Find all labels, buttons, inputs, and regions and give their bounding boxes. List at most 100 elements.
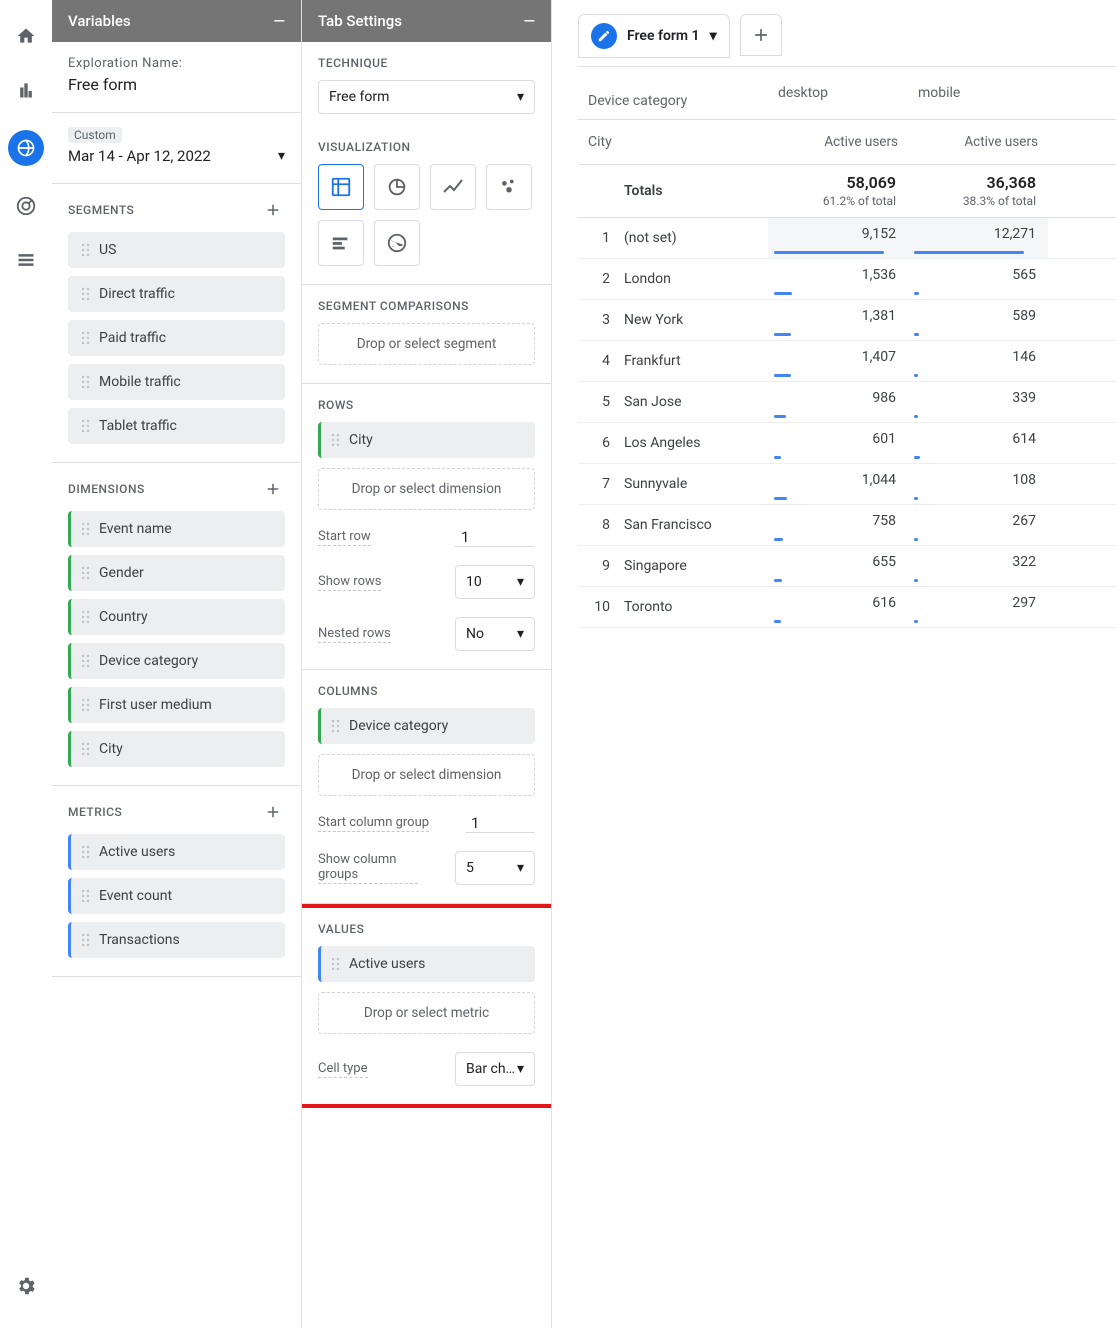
report-tab[interactable]: Free form 1 ▾ (578, 14, 730, 58)
segment-chip[interactable]: Paid traffic (68, 320, 285, 356)
dimension-chip[interactable]: Device category (68, 643, 285, 679)
column-chip[interactable]: Device category (318, 708, 535, 744)
exploration-name-label: Exploration Name: (68, 56, 285, 71)
show-column-groups-select[interactable]: 5▾ (455, 851, 535, 885)
column-drop-zone[interactable]: Drop or select dimension (318, 754, 535, 796)
values-drop-zone[interactable]: Drop or select metric (318, 992, 535, 1034)
table-row[interactable]: 2London1,536565 (578, 259, 1116, 300)
report-area: Free form 1 ▾ Device category desktop mo… (552, 0, 1116, 1328)
table-row[interactable]: 9Singapore655322 (578, 546, 1116, 587)
table-row[interactable]: 8San Francisco758267 (578, 505, 1116, 546)
segments-title: SEGMENTS (68, 203, 134, 217)
date-custom-pill: Custom (68, 127, 122, 143)
chevron-down-icon: ▾ (710, 28, 717, 44)
start-row-value[interactable]: 1 (455, 528, 535, 547)
chip-label: Transactions (99, 932, 180, 948)
dimension-chip[interactable]: City (68, 731, 285, 767)
row-index: 1 (578, 218, 618, 258)
add-segment-button[interactable] (261, 198, 285, 222)
date-range-picker[interactable]: Mar 14 - Apr 12, 2022 ▾ (68, 147, 285, 165)
row-index: 7 (578, 464, 618, 504)
row-index: 6 (578, 423, 618, 463)
segment-chip[interactable]: US (68, 232, 285, 268)
minimize-icon[interactable]: — (523, 12, 535, 30)
row-drop-zone[interactable]: Drop or select dimension (318, 468, 535, 510)
row-city: Frankfurt (618, 341, 768, 381)
start-column-group-value[interactable]: 1 (465, 814, 535, 833)
grip-icon (81, 654, 91, 668)
tab-name: Free form 1 (627, 28, 700, 44)
viz-line-button[interactable] (430, 164, 476, 210)
metric-chip[interactable]: Event count (68, 878, 285, 914)
dimension-chip[interactable]: Country (68, 599, 285, 635)
grip-icon (81, 933, 91, 947)
row-city: Singapore (618, 546, 768, 586)
chip-label: Country (99, 609, 148, 625)
viz-table-button[interactable] (318, 164, 364, 210)
metric-chip[interactable]: Transactions (68, 922, 285, 958)
technique-select[interactable]: Free form ▾ (318, 80, 535, 114)
row-city: Sunnyvale (618, 464, 768, 504)
dimension-chip[interactable]: First user medium (68, 687, 285, 723)
table-row[interactable]: 3New York1,381589 (578, 300, 1116, 341)
left-rail (0, 0, 52, 1328)
table-row[interactable]: 7Sunnyvale1,044108 (578, 464, 1116, 505)
columns-title: COLUMNS (318, 684, 378, 698)
grip-icon (81, 331, 91, 345)
segment-chip[interactable]: Mobile traffic (68, 364, 285, 400)
table-row[interactable]: 4Frankfurt1,407146 (578, 341, 1116, 382)
chip-label: Active users (99, 844, 175, 860)
add-metric-button[interactable] (261, 800, 285, 824)
configure-icon[interactable] (12, 246, 40, 274)
grip-icon (81, 375, 91, 389)
viz-scatter-button[interactable] (486, 164, 532, 210)
table-row[interactable]: 1(not set)9,15212,271 (578, 218, 1116, 259)
variables-title: Variables (68, 12, 131, 30)
chip-label: Mobile traffic (99, 374, 181, 390)
segment-chip[interactable]: Direct traffic (68, 276, 285, 312)
home-icon[interactable] (12, 22, 40, 50)
segment-drop-zone[interactable]: Drop or select segment (318, 323, 535, 365)
viz-geo-button[interactable] (374, 220, 420, 266)
minimize-icon[interactable]: — (273, 12, 285, 30)
viz-donut-button[interactable] (374, 164, 420, 210)
chip-label: Active users (349, 956, 425, 972)
add-tab-button[interactable] (740, 14, 782, 56)
tab-settings-title: Tab Settings (318, 12, 402, 30)
grip-icon (81, 845, 91, 859)
exploration-name-value[interactable]: Free form (68, 75, 285, 94)
row-index: 3 (578, 300, 618, 340)
chevron-down-icon: ▾ (517, 1061, 524, 1077)
show-rows-label: Show rows (318, 574, 381, 591)
cell-type-select[interactable]: Bar ch…▾ (455, 1052, 535, 1086)
table-row[interactable]: 10Toronto616297 (578, 587, 1116, 628)
value-chip[interactable]: Active users (318, 946, 535, 982)
cell-mobile: 614 (908, 423, 1048, 463)
table-row[interactable]: 6Los Angeles601614 (578, 423, 1116, 464)
grip-icon (81, 419, 91, 433)
metrics-title: METRICS (68, 805, 122, 819)
row-chip[interactable]: City (318, 422, 535, 458)
add-dimension-button[interactable] (261, 477, 285, 501)
viz-bar-button[interactable] (318, 220, 364, 266)
dimension-chip[interactable]: Event name (68, 511, 285, 547)
advertising-icon[interactable] (12, 192, 40, 220)
dimensions-title: DIMENSIONS (68, 482, 145, 496)
visualization-grid (318, 164, 535, 266)
totals-mobile-pct: 38.3% of total (914, 194, 1036, 208)
grip-icon (331, 719, 341, 733)
metric-header-desktop: Active users (768, 120, 908, 164)
cell-mobile: 108 (908, 464, 1048, 504)
admin-gear-icon[interactable] (12, 1272, 40, 1300)
grip-icon (331, 957, 341, 971)
reports-icon[interactable] (12, 76, 40, 104)
table-row[interactable]: 5San Jose986339 (578, 382, 1116, 423)
segment-chip[interactable]: Tablet traffic (68, 408, 285, 444)
show-rows-select[interactable]: 10▾ (455, 565, 535, 599)
cell-mobile: 339 (908, 382, 1048, 422)
metric-chip[interactable]: Active users (68, 834, 285, 870)
nested-rows-select[interactable]: No▾ (455, 617, 535, 651)
cell-mobile: 322 (908, 546, 1048, 586)
dimension-chip[interactable]: Gender (68, 555, 285, 591)
explore-icon[interactable] (8, 130, 44, 166)
